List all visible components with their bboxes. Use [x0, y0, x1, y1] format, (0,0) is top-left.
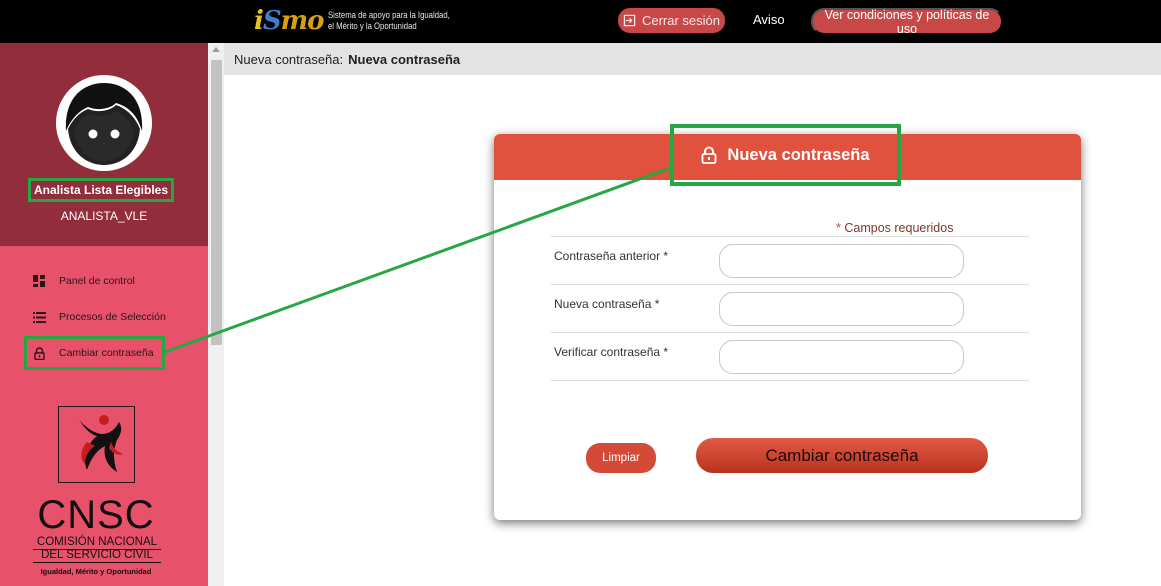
- org-acronym: CNSC: [37, 493, 155, 537]
- user-role-label: Analista Lista Elegibles: [28, 178, 174, 202]
- sidebar-scrollbar[interactable]: [208, 43, 224, 586]
- new-password-label: Nueva contraseña *: [554, 297, 660, 311]
- required-fields-note: * Campos requeridos: [836, 221, 954, 235]
- sidebar-item-dashboard[interactable]: Panel de control: [32, 272, 135, 290]
- org-name: COMISIÓN NACIONAL DEL SERVICIO CIVIL: [33, 536, 161, 563]
- sidebar-item-label: Procesos de Selección: [59, 311, 166, 323]
- sidebar: Analista Lista Elegibles ANALISTA_VLE Pa…: [0, 43, 208, 586]
- notice-link[interactable]: Aviso: [753, 12, 785, 27]
- clear-button[interactable]: Limpiar: [586, 443, 656, 473]
- breadcrumb: Nueva contraseña: Nueva contraseña: [224, 43, 1161, 75]
- logout-button[interactable]: Cerrar sesión: [618, 8, 725, 33]
- verify-password-field[interactable]: [719, 340, 964, 374]
- form-row-new-password: Nueva contraseña *: [551, 284, 1029, 332]
- org-motto: Igualdad, Mérito y Oportunidad: [40, 567, 152, 576]
- cnsc-emblem-icon: [58, 406, 135, 483]
- top-bar: iSmo Sistema de apoyo para la Igualdad, …: [0, 0, 1161, 43]
- card-title: Nueva contraseña: [727, 145, 870, 164]
- brand-tagline: Sistema de apoyo para la Igualdad, el Mé…: [327, 10, 450, 31]
- form-divider: [551, 380, 1029, 381]
- new-password-field[interactable]: [719, 292, 964, 326]
- verify-password-label: Verificar contraseña *: [554, 345, 669, 359]
- scroll-up-arrow-icon[interactable]: [212, 47, 220, 52]
- highlight-box-title: Nueva contraseña: [670, 124, 901, 186]
- old-password-label: Contraseña anterior *: [554, 249, 669, 263]
- list-icon: [32, 310, 46, 324]
- sidebar-item-label: Panel de control: [59, 275, 135, 287]
- breadcrumb-parent: Nueva contraseña:: [234, 51, 344, 67]
- avatar: [56, 75, 152, 171]
- brand-logo[interactable]: iSmo Sistema de apoyo para la Igualdad, …: [254, 4, 469, 38]
- old-password-field[interactable]: [719, 244, 964, 278]
- username-label: ANALISTA_VLE: [60, 209, 148, 223]
- breadcrumb-current: Nueva contraseña: [348, 51, 461, 67]
- change-password-card: * Campos requeridos Contraseña anterior …: [494, 134, 1081, 520]
- dashboard-icon: [32, 274, 46, 288]
- sidebar-item-selection-processes[interactable]: Procesos de Selección: [32, 308, 166, 326]
- scroll-thumb[interactable]: [211, 60, 222, 345]
- change-password-button[interactable]: Cambiar contraseña: [696, 438, 988, 473]
- ismo-logo: iSmo: [254, 6, 325, 36]
- user-avatar-icon: [61, 80, 147, 166]
- form-row-verify-password: Verificar contraseña *: [551, 332, 1029, 380]
- sign-out-icon: [623, 14, 636, 27]
- lock-icon: [702, 146, 717, 164]
- logout-label: Cerrar sesión: [641, 13, 721, 28]
- user-profile-panel: Analista Lista Elegibles ANALISTA_VLE: [0, 43, 208, 246]
- terms-button[interactable]: Ver condiciones y políticas de uso: [811, 8, 1003, 36]
- highlight-box-menu: [24, 336, 165, 370]
- form-row-old-password: Contraseña anterior *: [551, 236, 1029, 284]
